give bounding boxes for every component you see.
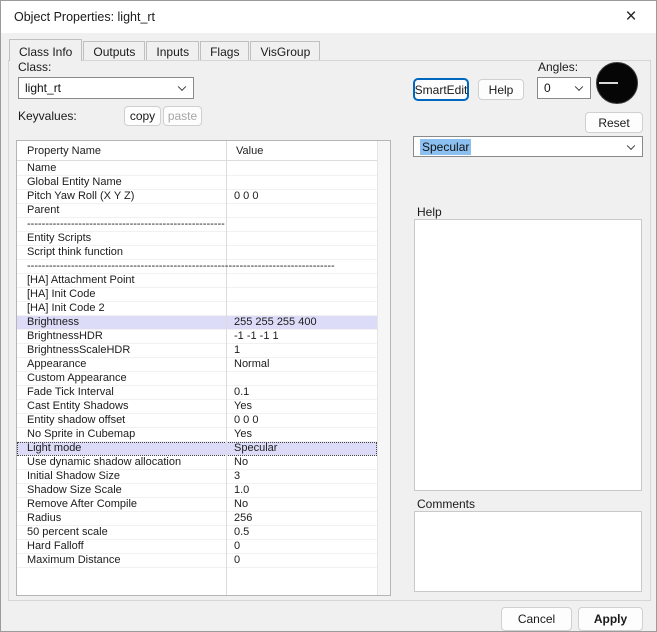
chevron-down-icon	[178, 83, 186, 91]
tab-flags[interactable]: Flags	[200, 41, 249, 60]
smartedit-button[interactable]: SmartEdit	[413, 78, 469, 101]
help-box	[414, 219, 642, 491]
tab-inputs[interactable]: Inputs	[146, 41, 199, 60]
property-row[interactable]: Cast Entity ShadowsYes	[17, 400, 377, 414]
lightmode-value-combobox[interactable]: Specular	[413, 136, 643, 157]
class-label: Class:	[18, 60, 51, 74]
property-row[interactable]: Initial Shadow Size3	[17, 470, 377, 484]
property-row[interactable]: Parent	[17, 204, 377, 218]
tab-outputs[interactable]: Outputs	[83, 41, 145, 60]
window-title: Object Properties: light_rt	[14, 10, 155, 24]
close-button[interactable]: ×	[614, 1, 648, 31]
property-row[interactable]: Script think function	[17, 246, 377, 260]
angle-dial-needle	[599, 82, 618, 84]
property-row[interactable]: Entity shadow offset0 0 0	[17, 414, 377, 428]
tab-class-info[interactable]: Class Info	[9, 39, 82, 61]
separator-row: ----------------------------------------…	[17, 260, 377, 274]
grid-header: Property Name Value	[17, 141, 377, 161]
property-row[interactable]: [HA] Attachment Point	[17, 274, 377, 288]
grid-header-value: Value	[226, 141, 263, 160]
cancel-button[interactable]: Cancel	[501, 607, 572, 631]
property-row[interactable]: Global Entity Name	[17, 176, 377, 190]
angles-label: Angles:	[538, 60, 578, 74]
property-row[interactable]: Remove After CompileNo	[17, 498, 377, 512]
property-row[interactable]: Radius256	[17, 512, 377, 526]
help-button[interactable]: Help	[478, 79, 524, 100]
property-row[interactable]: 50 percent scale0.5	[17, 526, 377, 540]
property-row[interactable]: [HA] Init Code	[17, 288, 377, 302]
property-row[interactable]: BrightnessScaleHDR1	[17, 344, 377, 358]
property-row[interactable]: AppearanceNormal	[17, 358, 377, 372]
grid-scrollbar[interactable]	[377, 141, 390, 595]
property-row[interactable]: Pitch Yaw Roll (X Y Z)0 0 0	[17, 190, 377, 204]
property-row[interactable]: Fade Tick Interval0.1	[17, 386, 377, 400]
paste-button[interactable]: paste	[163, 106, 202, 126]
property-row[interactable]: Light modeSpecular	[17, 442, 377, 456]
property-row[interactable]: No Sprite in CubemapYes	[17, 428, 377, 442]
titlebar: Object Properties: light_rt ×	[1, 1, 656, 33]
chevron-down-icon	[627, 141, 635, 149]
angle-dial[interactable]	[596, 62, 638, 104]
comments-label: Comments	[417, 497, 475, 511]
comments-box[interactable]	[414, 511, 642, 592]
object-properties-dialog: Object Properties: light_rt × Class Info…	[0, 0, 657, 632]
tab-strip: Class InfoOutputsInputsFlagsVisGroup	[9, 39, 321, 60]
property-row[interactable]: Use dynamic shadow allocationNo	[17, 456, 377, 470]
apply-button[interactable]: Apply	[578, 607, 643, 631]
chevron-down-icon	[575, 83, 583, 91]
help-label: Help	[417, 205, 442, 219]
tab-visgroup[interactable]: VisGroup	[250, 41, 320, 60]
property-grid: Property Name Value NameGlobal Entity Na…	[16, 140, 391, 596]
keyvalues-label: Keyvalues:	[18, 109, 77, 123]
property-row[interactable]: Entity Scripts	[17, 232, 377, 246]
lightmode-selected-value: Specular	[420, 139, 471, 155]
angles-combobox[interactable]: 0	[537, 77, 591, 99]
reset-button[interactable]: Reset	[585, 112, 643, 133]
class-combobox[interactable]: light_rt	[18, 77, 194, 99]
close-icon: ×	[625, 7, 636, 26]
angles-combobox-value: 0	[544, 81, 551, 95]
property-row[interactable]: [HA] Init Code 2	[17, 302, 377, 316]
property-row[interactable]: BrightnessHDR-1 -1 -1 1	[17, 330, 377, 344]
copy-button[interactable]: copy	[124, 106, 161, 126]
property-row[interactable]: Name	[17, 162, 377, 176]
property-row[interactable]: Shadow Size Scale1.0	[17, 484, 377, 498]
property-row[interactable]: Hard Falloff0	[17, 540, 377, 554]
property-row[interactable]: Brightness255 255 255 400	[17, 316, 377, 330]
property-grid-body: NameGlobal Entity NamePitch Yaw Roll (X …	[17, 162, 377, 595]
property-row[interactable]: Custom Appearance	[17, 372, 377, 386]
property-row[interactable]: Maximum Distance0	[17, 554, 377, 568]
grid-header-property-name: Property Name	[17, 141, 226, 160]
class-combobox-value: light_rt	[25, 81, 61, 95]
separator-row: ----------------------------------------…	[17, 218, 377, 232]
